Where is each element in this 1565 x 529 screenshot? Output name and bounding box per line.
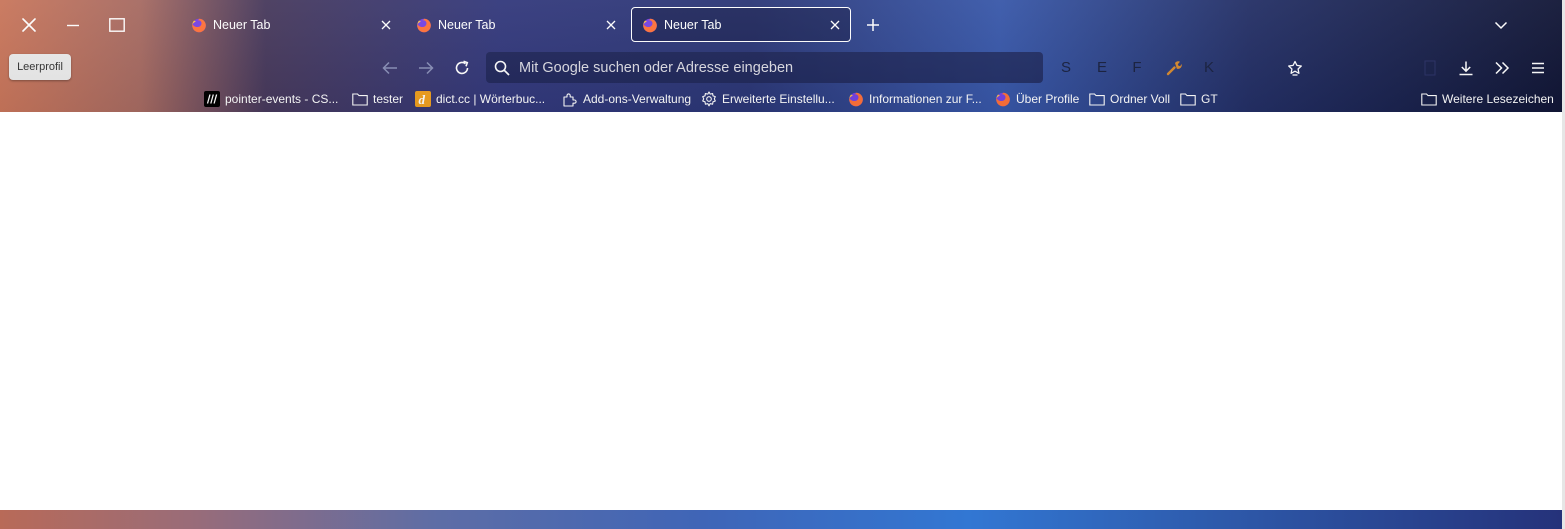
back-arrow-icon	[382, 61, 397, 75]
puzzle-icon	[562, 91, 578, 107]
bookmark-label: dict.cc | Wörterbuc...	[436, 92, 546, 106]
close-icon	[381, 20, 391, 29]
list-all-tabs-button[interactable]	[1488, 12, 1514, 38]
tab-3-active[interactable]: Neuer Tab	[631, 7, 851, 42]
browser-chrome: Neuer Tab Neuer Tab Neuer Tab Leerprofil…	[0, 0, 1562, 112]
bookmark-label: Add-ons-Verwaltung	[583, 92, 692, 106]
wrench-icon	[1166, 61, 1182, 76]
bookmark-item[interactable]: Informationen zur F...	[848, 89, 982, 109]
download-icon	[1459, 61, 1473, 76]
profile-badge[interactable]: Leerprofil	[9, 54, 71, 80]
forward-arrow-icon	[419, 61, 434, 75]
bookmark-page-button[interactable]	[1281, 54, 1309, 82]
tab-close-button[interactable]	[825, 15, 845, 35]
overflow-menu-button[interactable]	[1488, 54, 1516, 82]
firefox-icon	[995, 91, 1011, 107]
app-menu-button[interactable]	[1524, 54, 1552, 82]
extension-wrench-button[interactable]	[1160, 54, 1188, 82]
bookmark-label: Weitere Lesezeichen	[1442, 92, 1554, 106]
search-input[interactable]	[519, 59, 1043, 76]
close-icon	[830, 20, 840, 29]
close-icon	[606, 20, 616, 29]
bookmark-folder[interactable]: tester	[352, 89, 403, 109]
tab-1[interactable]: Neuer Tab	[181, 7, 401, 42]
bookmark-label: pointer-events - CS...	[225, 92, 339, 106]
search-icon	[493, 59, 511, 77]
window-minimize-button[interactable]	[58, 10, 88, 40]
firefox-icon	[416, 17, 432, 33]
hamburger-menu-icon	[1532, 62, 1544, 74]
tab-close-button[interactable]	[601, 15, 621, 35]
bookmark-item[interactable]: pointer-events - CS...	[204, 89, 338, 109]
maximize-icon	[109, 18, 125, 32]
bookmark-star-icon	[1288, 60, 1302, 76]
reload-icon	[455, 60, 469, 75]
bookmark-label: Erweiterte Einstellu...	[722, 92, 835, 106]
firefox-icon	[191, 17, 207, 33]
folder-icon	[1089, 91, 1105, 107]
bookmark-label: Über Profile	[1016, 92, 1080, 106]
url-bar[interactable]	[486, 52, 1043, 83]
bookmark-label: Informationen zur F...	[869, 92, 982, 106]
svg-text:d: d	[419, 92, 426, 107]
chevron-double-right-icon	[1495, 61, 1510, 75]
tab-2[interactable]: Neuer Tab	[406, 7, 626, 42]
browser-window: Neuer Tab Neuer Tab Neuer Tab Leerprofil…	[0, 0, 1565, 529]
extension-e-button[interactable]: E	[1092, 57, 1112, 77]
page-content-area[interactable]	[0, 112, 1562, 510]
tab-close-button[interactable]	[376, 15, 396, 35]
bookmark-folder[interactable]: Ordner Voll	[1089, 89, 1170, 109]
folder-icon	[1421, 91, 1437, 107]
close-icon	[22, 18, 36, 32]
tab-label: Neuer Tab	[664, 17, 722, 32]
extension-k-button[interactable]: K	[1199, 57, 1219, 77]
firefox-icon	[642, 17, 658, 33]
bookmark-item[interactable]: d dict.cc | Wörterbuc...	[415, 89, 545, 109]
bookmark-item[interactable]: Über Profile	[995, 89, 1079, 109]
extension-f-button[interactable]: F	[1127, 57, 1147, 77]
gear-icon	[701, 91, 717, 107]
tab-label: Neuer Tab	[213, 17, 271, 32]
downloads-button[interactable]	[1452, 54, 1480, 82]
back-button[interactable]	[376, 54, 404, 82]
bookmark-label: Ordner Voll	[1110, 92, 1171, 106]
bookmark-label: tester	[373, 92, 404, 106]
blank-page-icon	[1424, 60, 1436, 76]
empty-toolbar-slot	[1416, 54, 1444, 82]
minimize-icon	[67, 24, 79, 27]
window-bottom-edge	[0, 510, 1562, 529]
tab-label: Neuer Tab	[438, 17, 496, 32]
chevron-down-icon	[1494, 21, 1508, 30]
plus-icon	[867, 19, 879, 31]
new-tab-button[interactable]	[860, 12, 886, 38]
bookmark-item[interactable]: Add-ons-Verwaltung	[562, 89, 691, 109]
extension-s-button[interactable]: S	[1056, 57, 1076, 77]
reload-button[interactable]	[448, 54, 476, 82]
mdn-icon	[204, 91, 220, 107]
bookmark-item[interactable]: Erweiterte Einstellu...	[701, 89, 835, 109]
other-bookmarks-folder[interactable]: Weitere Lesezeichen	[1421, 89, 1554, 109]
window-maximize-button[interactable]	[102, 10, 132, 40]
folder-icon	[1180, 91, 1196, 107]
forward-button[interactable]	[412, 54, 440, 82]
bookmark-label: GT	[1201, 92, 1218, 106]
folder-icon	[352, 91, 368, 107]
dictcc-icon: d	[415, 91, 431, 107]
firefox-icon	[848, 91, 864, 107]
window-close-button[interactable]	[14, 10, 44, 40]
bookmark-folder[interactable]: GT	[1180, 89, 1218, 109]
